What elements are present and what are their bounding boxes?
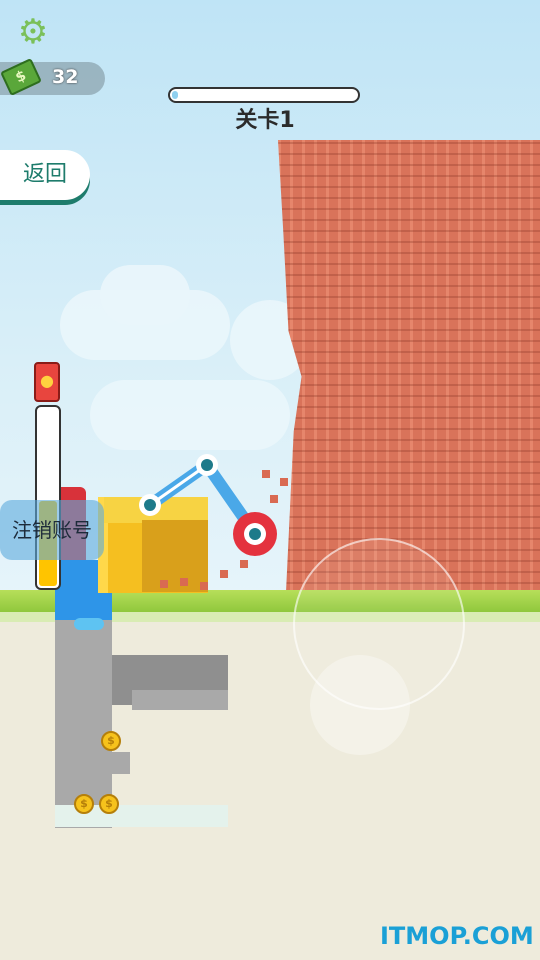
arm-joint (201, 459, 213, 471)
level-label: 关卡1 (235, 108, 295, 133)
arm-joint (144, 499, 156, 511)
arm-joint (249, 528, 261, 540)
brick-debris (160, 580, 168, 588)
brick-debris (200, 582, 208, 590)
gear-icon[interactable]: ⚙ (16, 15, 50, 49)
brick-debris (240, 560, 248, 568)
brick-debris (220, 570, 228, 578)
brick-debris (270, 495, 278, 503)
brick-debris (280, 478, 288, 486)
joystick-knob[interactable] (310, 655, 410, 755)
level-progress-fill (172, 91, 178, 99)
watermark: ITMOP.COM (380, 922, 534, 950)
level-progress-bar (168, 87, 360, 103)
money-value: 32 (52, 66, 79, 88)
fuel-can-icon: ● (34, 362, 60, 402)
brick-debris (262, 470, 270, 478)
brick-debris (180, 578, 188, 586)
excavator-arm (139, 454, 277, 556)
back-button[interactable]: 返回 (0, 150, 90, 200)
logout-button[interactable]: 注销账号 (0, 500, 104, 560)
